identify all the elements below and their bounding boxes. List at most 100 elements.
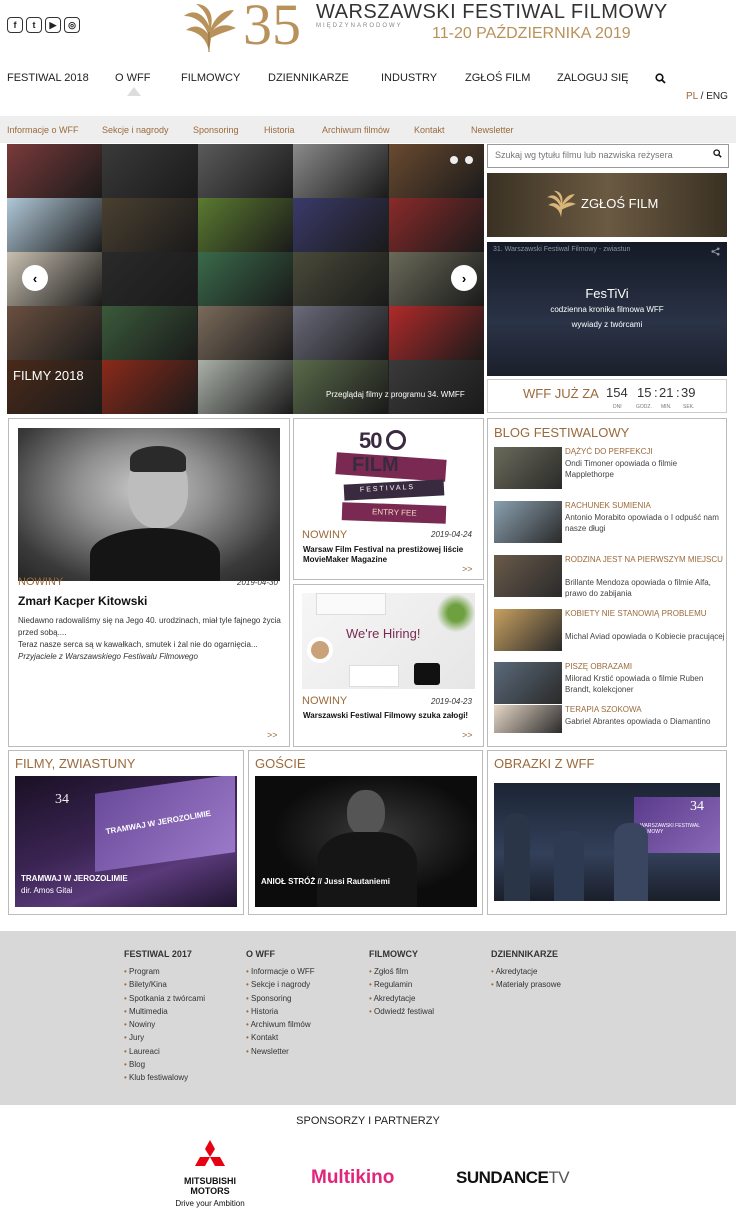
- nav-item-zaloguj[interactable]: ZALOGUJ SIĘ: [557, 72, 629, 84]
- blog-item-title[interactable]: PISZĘ OBRAZAMI: [565, 662, 725, 672]
- nav-item-industry[interactable]: INDUSTRY: [381, 72, 437, 84]
- event-photo[interactable]: 34 WARSZAWSKI FESTIWAL FILMOWY: [494, 783, 720, 901]
- blog-item-title[interactable]: RACHUNEK SUMIENIA: [565, 501, 725, 511]
- read-more-link[interactable]: >>: [462, 564, 473, 574]
- film-tile[interactable]: [293, 360, 389, 414]
- festivi-line-1: codzienna kronika filmowa WFF: [550, 305, 664, 314]
- footer-link[interactable]: Spotkania z twórcami: [124, 994, 205, 1007]
- nav-item-festiwal-2018[interactable]: FESTIWAL 2018: [7, 72, 89, 84]
- footer-link[interactable]: Akredytacje: [369, 994, 434, 1007]
- read-more-link[interactable]: >>: [462, 730, 473, 740]
- footer-link[interactable]: Archiwum filmów: [246, 1020, 315, 1033]
- multikino-logo[interactable]: Multikino: [311, 1167, 394, 1189]
- film-tile[interactable]: [388, 306, 484, 360]
- film-tile[interactable]: [197, 144, 293, 198]
- film-tile[interactable]: [7, 198, 102, 252]
- subnav-item-sekcje[interactable]: Sekcje i nagrody: [102, 125, 169, 135]
- film-tile[interactable]: [388, 144, 484, 198]
- news-title[interactable]: Zmarł Kacper Kitowski: [18, 594, 147, 608]
- footer-link[interactable]: Sekcje i nagrody: [246, 980, 315, 993]
- film-tile[interactable]: [102, 360, 198, 414]
- film-tile[interactable]: [293, 252, 389, 306]
- subnav-item-historia[interactable]: Historia: [264, 125, 295, 135]
- film-tile[interactable]: [7, 306, 102, 360]
- film-tile[interactable]: [102, 306, 198, 360]
- footer-link[interactable]: Jury: [124, 1033, 205, 1046]
- instagram-icon[interactable]: ◎: [64, 17, 80, 33]
- nav-item-filmowcy[interactable]: FILMOWCY: [181, 72, 240, 84]
- footer-link[interactable]: Program: [124, 967, 205, 980]
- carousel-dot[interactable]: [450, 156, 458, 164]
- footer-link[interactable]: Blog: [124, 1060, 205, 1073]
- film-tile[interactable]: [197, 360, 293, 414]
- footer-link[interactable]: Historia: [246, 1007, 315, 1020]
- blog-item-title[interactable]: KOBIETY NIE STANOWIĄ PROBLEMU: [565, 609, 725, 619]
- film-tile[interactable]: [102, 198, 198, 252]
- footer-link[interactable]: Materiały prasowe: [491, 980, 561, 993]
- footer-link[interactable]: Laureaci: [124, 1047, 205, 1060]
- share-icon[interactable]: [711, 247, 720, 256]
- film-tile[interactable]: [293, 198, 389, 252]
- news-card[interactable]: 50 FILM FESTIVALS ENTRY FEE NOWINY 2019-…: [293, 418, 484, 580]
- film-tile[interactable]: [7, 144, 102, 198]
- lang-pl[interactable]: PL: [686, 91, 698, 102]
- news-title[interactable]: Warszawski Festiwal Filmowy szuka załogi…: [303, 711, 478, 721]
- footer-link[interactable]: Klub festiwalowy: [124, 1073, 205, 1086]
- nav-item-zglos-film[interactable]: ZGŁOŚ FILM: [465, 72, 530, 84]
- film-tile[interactable]: [197, 306, 293, 360]
- film-tile[interactable]: [293, 144, 389, 198]
- footer-link[interactable]: Regulamin: [369, 980, 434, 993]
- search-icon[interactable]: [713, 149, 722, 158]
- carousel-prev-button[interactable]: ‹: [22, 265, 48, 291]
- footer-link[interactable]: Newsletter: [246, 1047, 315, 1060]
- film-tile[interactable]: [197, 198, 293, 252]
- films-carousel[interactable]: FILMY 2018 Przeglądaj filmy z programu 3…: [7, 144, 484, 414]
- twitter-icon[interactable]: t: [26, 17, 42, 33]
- footer-link[interactable]: Odwiedź festiwal: [369, 1007, 434, 1020]
- read-more-link[interactable]: >>: [267, 730, 278, 740]
- subnav-item-archiwum[interactable]: Archiwum filmów: [322, 125, 390, 135]
- footer-link[interactable]: Sponsoring: [246, 994, 315, 1007]
- blog-item-title[interactable]: DĄŻYĆ DO PERFEKCJI: [565, 447, 725, 457]
- search-icon[interactable]: [655, 73, 666, 84]
- carousel-dot[interactable]: [465, 156, 473, 164]
- news-title[interactable]: Warsaw Film Festival na prestiżowej liśc…: [303, 545, 478, 565]
- news-card[interactable]: We're Hiring! NOWINY 2019-04-23 Warszaws…: [293, 584, 484, 747]
- notebook-graphic: [349, 665, 399, 687]
- festivi-video[interactable]: 31. Warszawski Festiwal Filmowy - zwiast…: [487, 242, 727, 376]
- blog-item-title[interactable]: RODZINA JEST NA PIERWSZYM MIEJSCU: [565, 555, 725, 565]
- subnav-item-sponsoring[interactable]: Sponsoring: [193, 125, 239, 135]
- nav-item-dziennikarze[interactable]: DZIENNIKARZE: [268, 72, 349, 84]
- film-tile[interactable]: [388, 198, 484, 252]
- guest-photo[interactable]: ANIOŁ STRÓŻ // Jussi Rautaniemi: [255, 776, 477, 907]
- film-tile[interactable]: [293, 306, 389, 360]
- trailer-thumbnail[interactable]: TRAMWAJ W JEROZOLIMIE 34 TRAMWAJ W JEROZ…: [15, 776, 237, 907]
- footer-link[interactable]: Zgłoś film: [369, 967, 434, 980]
- nav-item-o-wff[interactable]: O WFF: [115, 72, 150, 84]
- film-tile[interactable]: [102, 144, 198, 198]
- lang-eng[interactable]: ENG: [706, 91, 728, 102]
- search-input[interactable]: [495, 150, 705, 160]
- submit-film-banner[interactable]: ZGŁOŚ FILM: [487, 173, 727, 237]
- carousel-next-button[interactable]: ›: [451, 265, 477, 291]
- footer-link[interactable]: Informacje o WFF: [246, 967, 315, 980]
- footer-link[interactable]: Nowiny: [124, 1020, 205, 1033]
- film-tile[interactable]: [197, 252, 293, 306]
- sundance-tv-logo[interactable]: SUNDANCETV: [456, 1168, 570, 1188]
- subnav-item-informacje[interactable]: Informacje o WFF: [7, 125, 79, 135]
- blog-item-title[interactable]: TERAPIA SZOKOWA: [565, 705, 725, 715]
- festival-logo[interactable]: 35 WARSZAWSKI FESTIWAL FILMOWY MIĘDZYNAR…: [180, 0, 667, 55]
- footer-link[interactable]: Multimedia: [124, 1007, 205, 1020]
- youtube-icon[interactable]: ▶: [45, 17, 61, 33]
- footer-link[interactable]: Bilety/Kina: [124, 980, 205, 993]
- footer-link[interactable]: Akredytacje: [491, 967, 561, 980]
- film-tile[interactable]: [388, 360, 484, 414]
- facebook-icon[interactable]: f: [7, 17, 23, 33]
- footer-link[interactable]: Kontakt: [246, 1033, 315, 1046]
- mitsubishi-logo[interactable]: MITSUBISHI MOTORS Drive your Ambition: [160, 1140, 260, 1220]
- film-tile[interactable]: [102, 252, 198, 306]
- news-main-card[interactable]: NOWINY 2019-04-30 Zmarł Kacper Kitowski …: [8, 418, 290, 747]
- browse-films-link[interactable]: Przeglądaj filmy z programu 34. WMFF: [326, 390, 465, 399]
- subnav-item-newsletter[interactable]: Newsletter: [471, 125, 514, 135]
- subnav-item-kontakt[interactable]: Kontakt: [414, 125, 445, 135]
